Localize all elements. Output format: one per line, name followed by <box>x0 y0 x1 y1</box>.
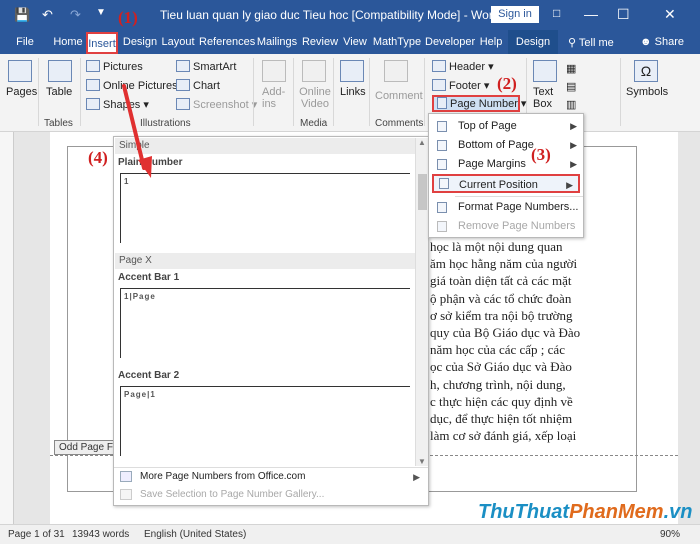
watermark-part-2: PhanMem <box>569 501 664 523</box>
watermark-part-3: .vn <box>663 501 693 523</box>
language-status[interactable]: English (United States) <box>144 529 246 540</box>
annotation-step-4: (4) <box>88 148 108 167</box>
annotation-arrow <box>122 84 152 178</box>
word-count[interactable]: 13943 words <box>72 529 129 540</box>
zoom-level[interactable]: 90% <box>660 529 680 540</box>
site-watermark: ThuThuatPhanMem.vn <box>478 501 692 524</box>
status-bar: Page 1 of 31 13943 words English (United… <box>0 524 700 544</box>
watermark-part-1: ThuThuat <box>478 501 570 523</box>
annotation-step-2: (2) <box>497 74 517 93</box>
page-count[interactable]: Page 1 of 31 <box>8 529 65 540</box>
annotation-step-3: (3) <box>531 145 551 164</box>
annotation-step-1: (1) <box>118 8 138 27</box>
